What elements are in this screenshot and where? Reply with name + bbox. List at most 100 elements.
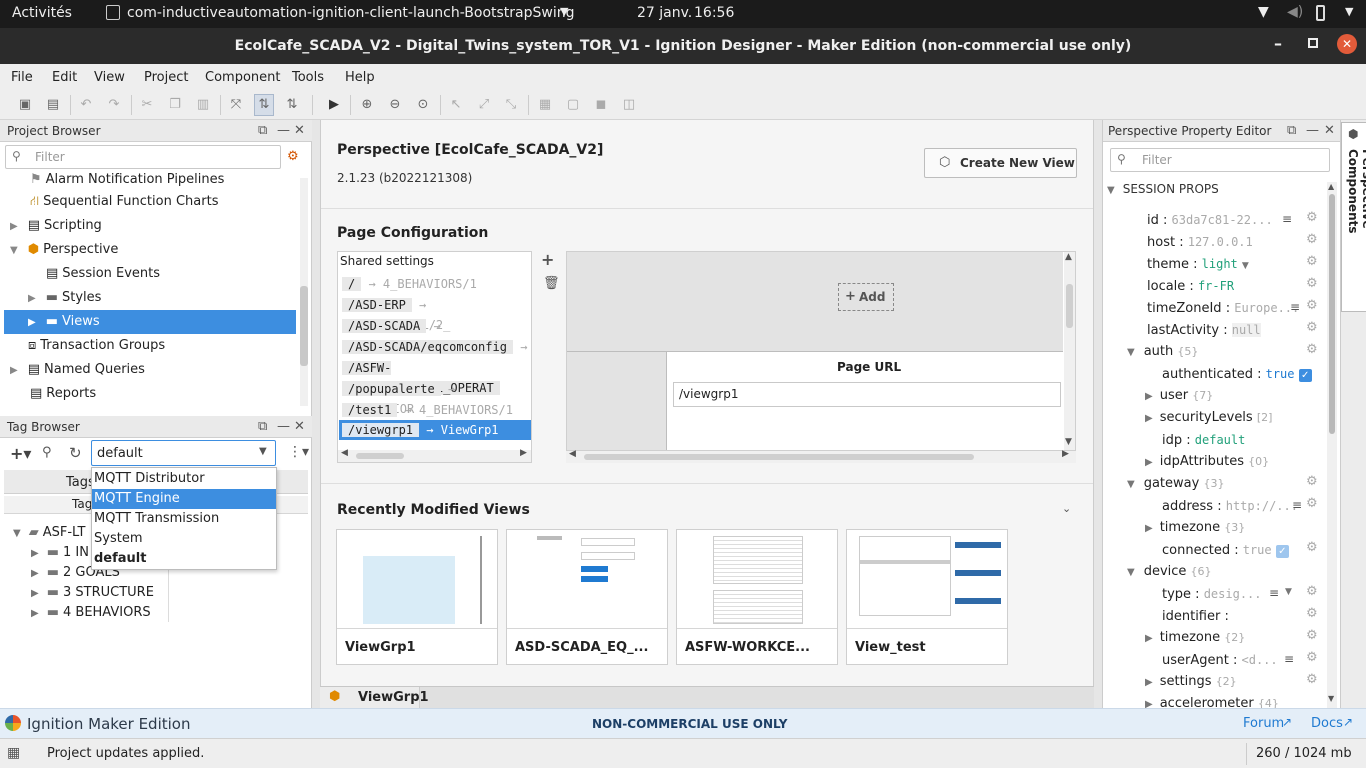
collapse-arrow-icon[interactable]: ▼ <box>1107 185 1115 196</box>
disconnect-icon[interactable]: ⤡ <box>503 97 519 113</box>
prop-locale[interactable]: locale : fr-FR <box>1147 275 1234 297</box>
prop-timezoneid[interactable]: timeZoneId : Europe... <box>1147 297 1299 319</box>
pointer-icon[interactable]: ↖ <box>448 97 464 113</box>
comm-readwrite-icon[interactable]: ⇅ <box>284 97 300 113</box>
page-row[interactable]: /ASFW-ENCAPCTTREMB01_OPERAT <box>342 358 531 395</box>
prop-id[interactable]: id : 63da7c81-22... <box>1147 209 1273 231</box>
recent-view-card[interactable]: View_test <box>846 529 1008 665</box>
scroll-thumb[interactable] <box>1329 194 1335 434</box>
prop-gateway[interactable]: ▼ gateway {3} <box>1127 473 1224 495</box>
gear-icon[interactable]: ⚙ <box>1306 606 1318 621</box>
create-new-view-button[interactable]: ⬡ Create New View <box>924 148 1077 178</box>
cut-icon[interactable]: ✂ <box>139 97 155 113</box>
comm-off-icon[interactable]: ⤧ <box>228 97 244 113</box>
tree-item-session-events[interactable]: ▤ Session Events <box>46 262 160 286</box>
gear-icon[interactable]: ⚙ <box>1306 672 1318 687</box>
collapse-arrow-icon[interactable]: ▼ <box>13 528 21 539</box>
gear-icon[interactable]: ⚙ <box>1306 320 1318 335</box>
scroll-thumb[interactable] <box>584 454 974 460</box>
minimize-icon[interactable]: – <box>1274 34 1282 53</box>
page-row[interactable]: /test1 → 4_BEHAVIORS/1 AC <box>342 400 531 437</box>
gear-icon[interactable]: ⚙ <box>1306 496 1318 511</box>
maximize-icon[interactable] <box>1308 38 1318 48</box>
expand-arrow-icon[interactable]: ▶ <box>10 365 18 376</box>
tree-item-sfc[interactable]: ⛙ Sequential Function Charts <box>30 190 218 214</box>
tree-item-views[interactable]: ▶ ▬ Views <box>28 310 100 334</box>
preview-hscrollbar[interactable]: ◀ ▶ <box>566 449 1076 463</box>
prop-identifier[interactable]: identifier : <box>1162 605 1229 627</box>
recent-view-card[interactable]: ASD-SCADA_EQ_... <box>506 529 668 665</box>
recent-view-card[interactable]: ViewGrp1 <box>336 529 498 665</box>
forum-link[interactable]: Forum <box>1243 716 1284 731</box>
save-icon[interactable]: ▣ <box>17 97 33 113</box>
page-row-selected[interactable]: /viewgrp1 → ViewGrp1 <box>339 420 531 440</box>
battery-icon[interactable] <box>1316 5 1325 21</box>
memory-usage[interactable]: 260 / 1024 mb <box>1256 746 1352 761</box>
tree-item-alarm-pipelines[interactable]: ⚑ Alarm Notification Pipelines <box>30 168 224 192</box>
tree-item-styles[interactable]: ▶ ▬ Styles <box>28 286 101 310</box>
collapse-arrow-icon[interactable]: ▼ <box>10 245 18 256</box>
expand-arrow-icon[interactable]: ▶ <box>28 293 36 304</box>
preview-play-icon[interactable]: ▶ <box>326 97 342 113</box>
filter-options-icon[interactable]: ⚙ <box>287 149 299 164</box>
float-panel-icon[interactable]: ⧉ <box>1287 123 1296 138</box>
float-panel-icon[interactable]: ⧉ <box>258 419 267 434</box>
prop-lastactivity[interactable]: lastActivity : null <box>1147 319 1261 341</box>
prop-device-timezone[interactable]: ▶ timezone {2} <box>1145 627 1245 649</box>
tree-item-perspective[interactable]: ▼ ⬢ Perspective <box>10 238 118 262</box>
docs-link[interactable]: Docs <box>1311 716 1343 731</box>
zoom-out-icon[interactable]: ⊖ <box>387 97 403 113</box>
zoom-fit-icon[interactable]: ⊙ <box>415 97 431 113</box>
property-vscrollbar[interactable]: ▲ ▼ <box>1327 182 1337 708</box>
binding-icon[interactable]: ≡ <box>1284 652 1294 666</box>
gear-icon[interactable]: ⚙ <box>1306 540 1318 555</box>
page-row[interactable]: /popupalerte → 4_BEHAVIOR <box>342 379 531 416</box>
property-filter-field[interactable]: ⚲ Filter <box>1110 148 1330 172</box>
menu-edit[interactable]: Edit <box>52 70 77 85</box>
preview-vscrollbar[interactable]: ▲ ▼ <box>1064 252 1075 450</box>
prop-settings[interactable]: ▶ settings {2} <box>1145 671 1237 693</box>
app-menu[interactable]: com-inductiveautomation-ignition-client-… <box>127 5 575 21</box>
menu-tools[interactable]: Tools <box>292 70 324 85</box>
send-back-icon[interactable]: ◫ <box>621 97 637 113</box>
gear-icon[interactable]: ⚙ <box>1306 628 1318 643</box>
close-panel-icon[interactable]: ✕ <box>1324 123 1335 138</box>
close-panel-icon[interactable]: ✕ <box>294 419 305 434</box>
column-tag[interactable]: Tag <box>72 497 92 511</box>
save-all-icon[interactable]: ▤ <box>45 97 61 113</box>
bring-front-icon[interactable]: ◼ <box>593 97 609 113</box>
prop-device[interactable]: ▼ device {6} <box>1127 561 1212 583</box>
prop-theme[interactable]: theme : light ▼ <box>1147 253 1249 275</box>
scroll-left-icon[interactable]: ◀ <box>569 449 576 459</box>
perspective-components-tab[interactable]: ⬢ Perspective Components <box>1341 122 1366 312</box>
chevron-down-icon[interactable]: ▼ <box>1285 587 1292 597</box>
copy-icon[interactable]: ❐ <box>167 97 183 113</box>
prop-accelerometer[interactable]: ▶ accelerometer {4} <box>1145 693 1279 708</box>
scroll-thumb[interactable] <box>356 453 404 459</box>
dropdown-option[interactable]: default <box>92 549 276 569</box>
gear-icon[interactable]: ⚙ <box>1306 342 1318 357</box>
gear-icon[interactable]: ⚙ <box>1306 584 1318 599</box>
page-row[interactable]: /ASD-ERP → 3_STRUCTURAL/2_ <box>342 295 531 332</box>
activities-button[interactable]: Activités <box>12 5 72 21</box>
gear-icon[interactable]: ⚙ <box>1306 276 1318 291</box>
prop-useragent[interactable]: userAgent : <d... <box>1162 649 1278 671</box>
menu-project[interactable]: Project <box>144 70 188 85</box>
minimize-panel-icon[interactable]: — <box>1306 123 1319 138</box>
ungroup-icon[interactable]: ▢ <box>565 97 581 113</box>
more-options-icon[interactable]: ⋮▾ <box>288 444 309 460</box>
gear-icon[interactable]: ⚙ <box>1306 298 1318 313</box>
prop-authenticated[interactable]: authenticated : true ✓ <box>1162 363 1312 385</box>
undo-icon[interactable]: ↶ <box>78 97 94 113</box>
prop-connected[interactable]: connected : true ✓ <box>1162 539 1289 561</box>
scroll-down-icon[interactable]: ▼ <box>1328 694 1334 703</box>
expand-arrow-icon[interactable]: ▶ <box>10 221 18 232</box>
delete-page-icon[interactable]: 🗑 <box>543 276 560 291</box>
expand-arrow-icon[interactable]: ▶ <box>28 317 36 328</box>
scroll-up-icon[interactable]: ▲ <box>1328 182 1334 191</box>
page-url-input[interactable]: /viewgrp1 <box>673 382 1061 407</box>
volume-icon[interactable]: ◀) <box>1287 4 1303 20</box>
prop-address[interactable]: address : http://... <box>1162 495 1298 517</box>
page-row[interactable]: / → 4_BEHAVIORS/1 ACTIVITY <box>342 274 531 311</box>
close-window-icon[interactable]: ✕ <box>1337 34 1357 54</box>
